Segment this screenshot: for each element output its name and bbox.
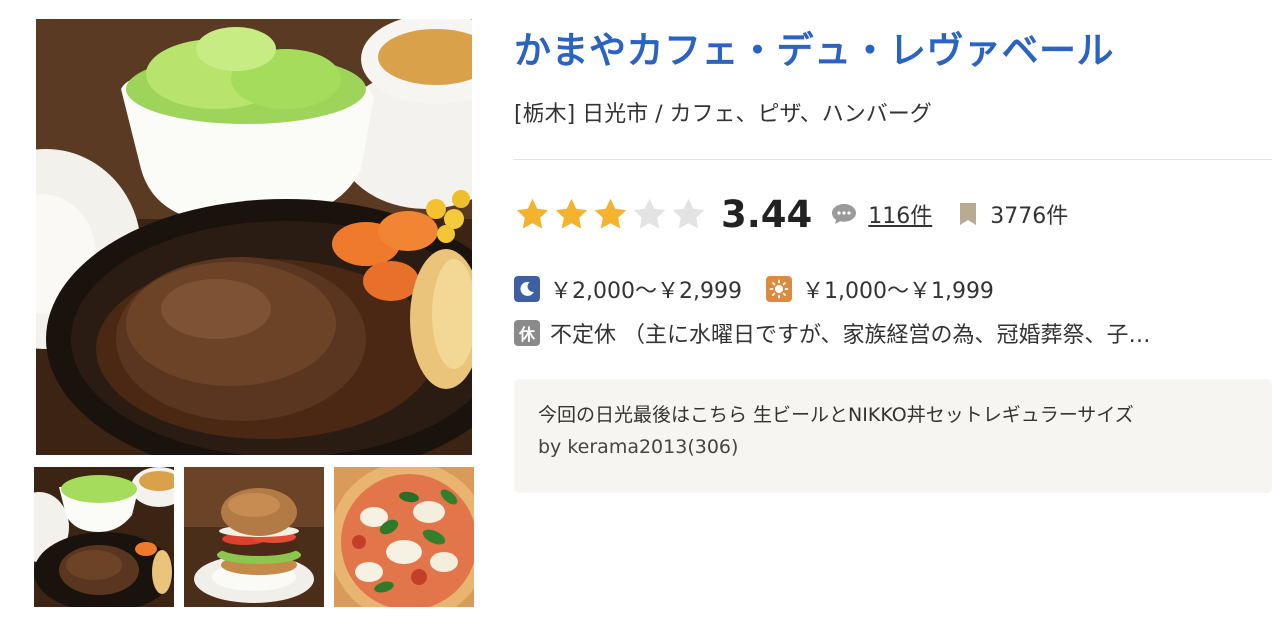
review-snippet[interactable]: 今回の日光最後はこちら 生ビールとNIKKO丼セットレギュラーサイズ by ke… <box>514 379 1272 493</box>
star-icon <box>633 198 666 229</box>
sun-icon <box>765 276 792 302</box>
star-icon <box>555 198 588 229</box>
shop-info: かまやカフェ・デュ・レヴァベール [栃木] 日光市 / カフェ、ピザ、ハンバーグ… <box>514 0 1272 640</box>
thumbnail-hamburg-steak[interactable] <box>34 467 174 607</box>
review-snippet-text: 今回の日光最後はこちら 生ビールとNIKKO丼セットレギュラーサイズ <box>538 404 1134 426</box>
thumbnail-2-image <box>184 467 324 607</box>
thumbnail-1-image <box>34 467 174 607</box>
dinner-budget: ￥2,000～￥2,999 <box>550 279 742 304</box>
star-icon <box>672 198 705 229</box>
lunch-budget: ￥1,000～￥1,999 <box>801 279 994 304</box>
thumbnail-3-image <box>334 467 474 607</box>
moon-icon <box>514 276 540 302</box>
star-rating <box>514 196 707 233</box>
speech-bubble-icon <box>832 204 857 224</box>
main-photo-image <box>36 19 472 455</box>
main-photo-hamburg-steak[interactable] <box>36 19 472 455</box>
holiday-text: 不定休 （主に水曜日ですが、家族経営の為、冠婚葬祭、子… <box>550 323 1151 348</box>
star-icon <box>516 198 549 229</box>
budget-row: ￥2,000～￥2,999 ￥1,000～￥1,999 <box>514 272 1018 306</box>
star-icon <box>594 198 627 229</box>
thumbnail-pizza[interactable] <box>334 467 474 607</box>
holiday-badge: 休 <box>514 320 540 346</box>
review-count-link[interactable]: 116件 <box>868 198 932 230</box>
save-count: 3776件 <box>990 204 1069 229</box>
shop-name-link[interactable]: かまやカフェ・デュ・レヴァベール <box>514 20 1114 74</box>
review-author: by kerama2013(306) <box>538 436 739 458</box>
thumbnail-burger[interactable] <box>184 467 324 607</box>
rating-row: 3.44 116件 3776件 <box>514 188 1068 240</box>
bookmark-icon <box>960 203 977 225</box>
rating-score: 3.44 <box>721 192 813 236</box>
area-genre: [栃木] 日光市 / カフェ、ピザ、ハンバーグ <box>514 102 932 127</box>
divider <box>514 159 1272 160</box>
holiday-row: 休 不定休 （主に水曜日ですが、家族経営の為、冠婚葬祭、子… <box>514 316 1272 350</box>
